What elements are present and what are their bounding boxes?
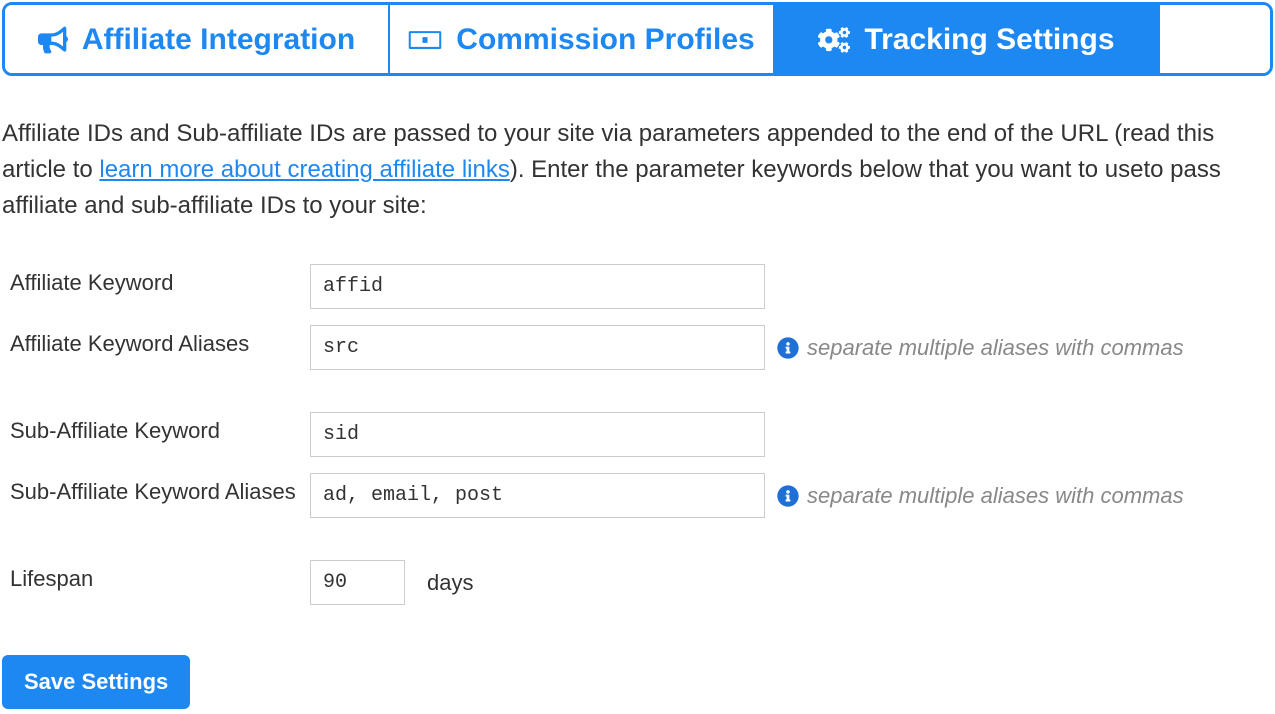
tab-commission-profiles[interactable]: Commission Profiles: [390, 5, 775, 73]
megaphone-icon: [38, 26, 68, 54]
label-affiliate-keyword-aliases: Affiliate Keyword Aliases: [10, 325, 310, 357]
row-sub-affiliate-keyword: Sub-Affiliate Keyword: [0, 412, 1275, 457]
label-affiliate-keyword: Affiliate Keyword: [10, 264, 310, 296]
tab-trailing-space: [1160, 5, 1270, 73]
cogs-icon: [818, 26, 850, 54]
intro-link[interactable]: learn more about creating affiliate link…: [99, 156, 509, 183]
hint-text: separate multiple aliases with commas: [807, 335, 1184, 361]
row-lifespan: Lifespan days: [0, 560, 1275, 605]
save-settings-button[interactable]: Save Settings: [2, 655, 190, 709]
hint-sub-affiliate-aliases: separate multiple aliases with commas: [777, 483, 1184, 509]
tab-label: Affiliate Integration: [82, 23, 355, 57]
label-sub-affiliate-keyword-aliases: Sub-Affiliate Keyword Aliases: [10, 473, 310, 505]
row-affiliate-keyword-aliases: Affiliate Keyword Aliases separate multi…: [0, 325, 1275, 370]
input-affiliate-keyword-aliases[interactable]: [310, 325, 765, 370]
tab-tracking-settings[interactable]: Tracking Settings: [775, 5, 1160, 73]
tab-affiliate-integration[interactable]: Affiliate Integration: [5, 5, 390, 73]
label-lifespan: Lifespan: [10, 560, 310, 592]
hint-text: separate multiple aliases with commas: [807, 483, 1184, 509]
label-sub-affiliate-keyword: Sub-Affiliate Keyword: [10, 412, 310, 444]
input-sub-affiliate-keyword[interactable]: [310, 412, 765, 457]
intro-text: Affiliate IDs and Sub-affiliate IDs are …: [0, 116, 1275, 224]
tab-label: Commission Profiles: [456, 23, 754, 57]
tabs-container: Affiliate Integration Commission Profile…: [2, 2, 1273, 76]
money-bill-icon: [408, 27, 442, 53]
input-lifespan[interactable]: [310, 560, 405, 605]
content-panel: Affiliate IDs and Sub-affiliate IDs are …: [0, 76, 1275, 709]
info-icon: [777, 485, 799, 507]
hint-affiliate-aliases: separate multiple aliases with commas: [777, 335, 1184, 361]
row-sub-affiliate-keyword-aliases: Sub-Affiliate Keyword Aliases separate m…: [0, 473, 1275, 518]
row-affiliate-keyword: Affiliate Keyword: [0, 264, 1275, 309]
tab-label: Tracking Settings: [864, 23, 1114, 57]
input-affiliate-keyword[interactable]: [310, 264, 765, 309]
info-icon: [777, 337, 799, 359]
label-days: days: [427, 570, 473, 596]
input-sub-affiliate-keyword-aliases[interactable]: [310, 473, 765, 518]
